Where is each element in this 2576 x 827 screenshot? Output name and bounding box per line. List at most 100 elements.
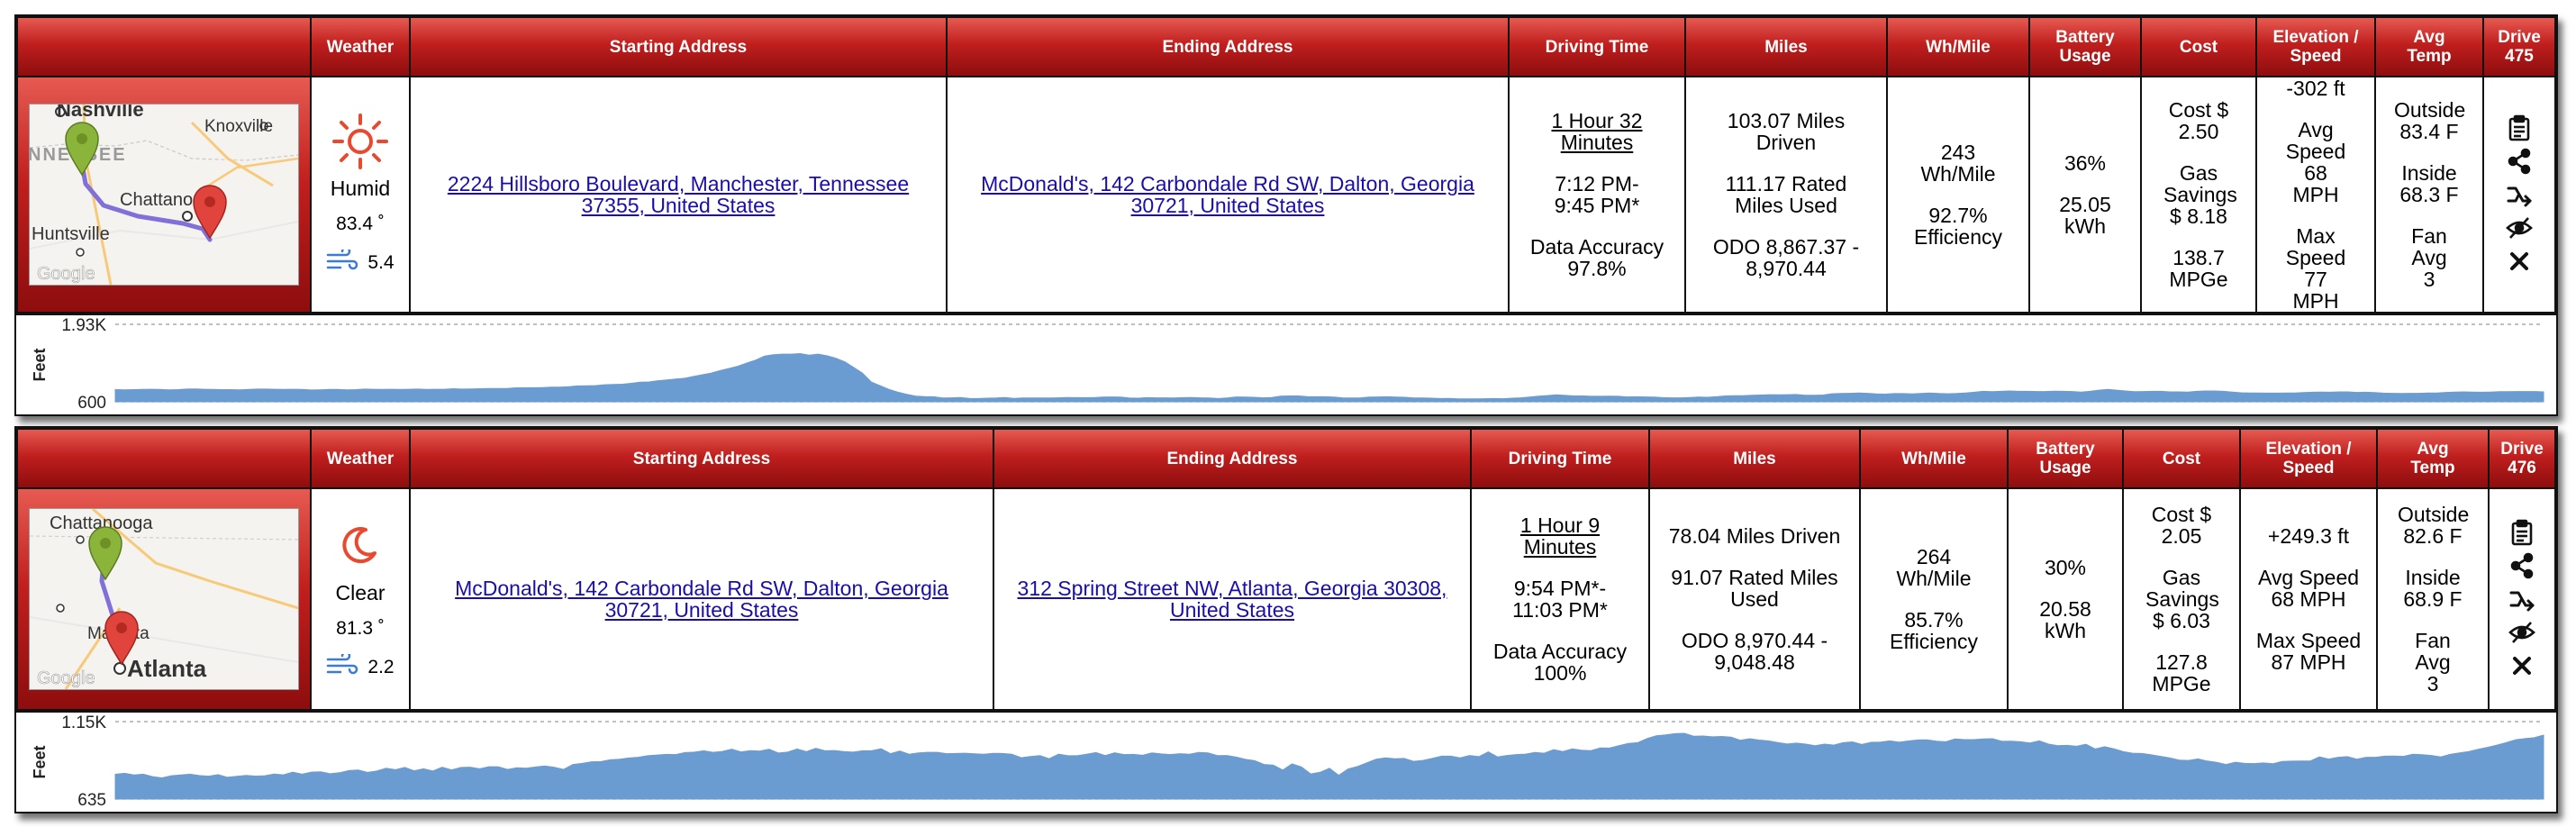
battery-usage-header: Battery Usage	[2028, 16, 2142, 77]
y-tick-max: 1.93K	[61, 316, 106, 335]
data-accuracy: Data Accuracy 100%	[1492, 640, 1628, 685]
y-tick-max: 1.15K	[61, 713, 106, 732]
wind-icon	[326, 650, 358, 681]
sun-icon	[331, 113, 389, 174]
y-axis-label: Feet	[31, 348, 49, 381]
inside-temp: Inside 68.3 F	[2399, 161, 2459, 206]
trip-cost: Cost $ 2.50	[2168, 98, 2229, 143]
miles-header: Miles	[1648, 428, 1861, 489]
miles-cell: 78.04 Miles Driven 91.07 Rated Miles Use…	[1648, 487, 1861, 711]
data-accuracy: Data Accuracy 97.8%	[1529, 235, 1664, 280]
clipboard-icon[interactable]	[2508, 519, 2535, 546]
wind-speed: 5.4	[367, 252, 395, 273]
drive-table: Weather Starting Address Ending Address …	[16, 16, 2556, 314]
outside-temp: Outside 83.4 F	[2394, 98, 2466, 143]
avg-temp-header: Avg Temp	[2376, 428, 2490, 489]
hide-icon[interactable]	[2508, 619, 2535, 646]
elevation-speed-cell: -302 ft Avg Speed 68 MPH Max Speed 77 MP…	[2255, 76, 2376, 314]
elevation-area	[114, 732, 2544, 800]
elevation-change: -302 ft	[2286, 77, 2345, 100]
drive-card: Weather Starting Address Ending Address …	[14, 14, 2558, 416]
mpge: 127.8 MPGe	[2152, 650, 2211, 695]
start-address-cell: 2224 Hillsboro Boulevard, Manchester, Te…	[409, 76, 948, 314]
share-icon[interactable]	[2506, 148, 2533, 175]
wh-mile-header: Wh/Mile	[1886, 16, 2030, 77]
route-map-cell: Nashville NNESSEE Knoxville Chattanooga …	[16, 76, 312, 314]
wind-row: 5.4	[326, 246, 395, 277]
rated-miles: 91.07 Rated Miles Used	[1671, 566, 1838, 611]
route-map[interactable]: Nashville NNESSEE Knoxville Chattanooga …	[29, 104, 299, 286]
drive-number-header: Drive 476	[2488, 428, 2556, 489]
odometer: ODO 8,867.37 - 8,970.44	[1712, 235, 1860, 280]
weather-temperature: 83.4 ˚	[336, 214, 385, 234]
wh-mile-header: Wh/Mile	[1859, 428, 2009, 489]
start-address-header: Starting Address	[409, 428, 994, 489]
elevation-chart: 1.15K 635 Feet	[16, 711, 2556, 812]
max-speed: Max Speed 77 MPH	[2285, 224, 2346, 313]
y-axis-label: Feet	[31, 745, 49, 778]
merge-icon[interactable]	[2508, 586, 2535, 613]
gas-savings: Gas Savings $ 6.03	[2145, 566, 2219, 632]
miles-driven: 103.07 Miles Driven	[1727, 109, 1846, 154]
start-address-cell: McDonald's, 142 Carbondale Rd SW, Dalton…	[409, 487, 994, 711]
max-speed: Max Speed 87 MPH	[2255, 629, 2362, 674]
duration[interactable]: 1 Hour 32 Minutes	[1510, 110, 1684, 153]
wh-mile-cell: 264 Wh/Mile 85.7% Efficiency	[1859, 487, 2009, 711]
end-address-link[interactable]: 312 Spring Street NW, Atlanta, Georgia 3…	[1018, 577, 1447, 622]
end-address-header: Ending Address	[946, 16, 1510, 77]
end-address-cell: McDonald's, 142 Carbondale Rd SW, Dalton…	[946, 76, 1510, 314]
weather-condition: Clear	[335, 581, 385, 604]
battery-kwh: 20.58 kWh	[2039, 597, 2091, 642]
google-logo: Google	[37, 264, 95, 284]
map-label: Knoxville	[204, 117, 273, 136]
map-label: Nashville	[57, 105, 144, 121]
miles-cell: 103.07 Miles Driven 111.17 Rated Miles U…	[1684, 76, 1888, 314]
end-address-link[interactable]: McDonald's, 142 Carbondale Rd SW, Dalton…	[981, 172, 1474, 217]
outside-temp: Outside 82.6 F	[2398, 503, 2470, 548]
cost-cell: Cost $ 2.05 Gas Savings $ 6.03 127.8 MPG…	[2122, 487, 2241, 711]
battery-cell: 36% 25.05 kWh	[2028, 76, 2142, 314]
wh-per-mile: 264 Wh/Mile	[1896, 545, 1972, 590]
battery-usage-header: Battery Usage	[2007, 428, 2124, 489]
share-icon[interactable]	[2508, 552, 2535, 579]
cost-cell: Cost $ 2.50 Gas Savings $ 8.18 138.7 MPG…	[2140, 76, 2257, 314]
miles-header: Miles	[1684, 16, 1888, 77]
close-icon[interactable]	[2506, 248, 2533, 275]
cost-header: Cost	[2122, 428, 2241, 489]
elevation-chart: 1.93K 600 Feet	[16, 314, 2556, 414]
route-map-cell: Chattanooga Marietta Atlanta	[16, 487, 312, 711]
gas-savings: Gas Savings $ 8.18	[2163, 161, 2237, 228]
wh-per-mile: 243 Wh/Mile	[1920, 141, 1996, 186]
weather-header: Weather	[310, 16, 411, 77]
trip-cost: Cost $ 2.05	[2151, 503, 2212, 548]
google-logo: Google	[37, 668, 95, 688]
merge-icon[interactable]	[2506, 181, 2533, 208]
wh-mile-cell: 243 Wh/Mile 92.7% Efficiency	[1886, 76, 2030, 314]
battery-kwh: 25.05 kWh	[2059, 193, 2111, 238]
wind-row: 2.2	[326, 650, 395, 681]
map-header	[16, 428, 312, 489]
battery-percent: 36%	[2064, 151, 2107, 175]
end-address-header: Ending Address	[993, 428, 1472, 489]
map-label: Huntsville	[32, 224, 110, 244]
avg-temp-cell: Outside 82.6 F Inside 68.9 F Fan Avg 3	[2376, 487, 2490, 711]
start-address-link[interactable]: 2224 Hillsboro Boulevard, Manchester, Te…	[448, 172, 909, 217]
map-header	[16, 16, 312, 77]
clipboard-icon[interactable]	[2506, 114, 2533, 141]
fan-avg: Fan Avg 3	[2415, 629, 2451, 695]
odometer: ODO 8,970.44 - 9,048.48	[1681, 629, 1828, 674]
close-icon[interactable]	[2508, 652, 2535, 679]
duration[interactable]: 1 Hour 9 Minutes	[1472, 514, 1648, 558]
elevation-speed-cell: +249.3 ft Avg Speed 68 MPH Max Speed 87 …	[2239, 487, 2378, 711]
start-address-link[interactable]: McDonald's, 142 Carbondale Rd SW, Dalton…	[455, 577, 948, 622]
map-label: Atlanta	[127, 655, 207, 682]
weather-condition: Humid	[330, 177, 391, 200]
hide-icon[interactable]	[2506, 214, 2533, 241]
driving-time-cell: 1 Hour 9 Minutes 9:54 PM*- 11:03 PM* Dat…	[1470, 487, 1650, 711]
efficiency: 92.7% Efficiency	[1913, 204, 2002, 249]
avg-temp-cell: Outside 83.4 F Inside 68.3 F Fan Avg 3	[2374, 76, 2484, 314]
driving-time-cell: 1 Hour 32 Minutes 7:12 PM- 9:45 PM* Data…	[1508, 76, 1686, 314]
battery-cell: 30% 20.58 kWh	[2007, 487, 2124, 711]
drive-card: Weather Starting Address Ending Address …	[14, 426, 2558, 813]
route-map[interactable]: Chattanooga Marietta Atlanta	[29, 508, 299, 690]
